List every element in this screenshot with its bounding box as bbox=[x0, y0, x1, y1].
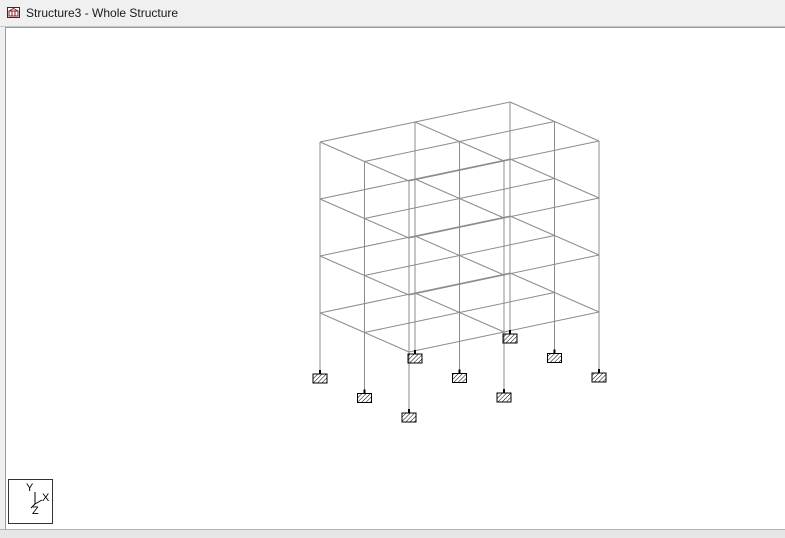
beam-member[interactable] bbox=[414, 158, 511, 180]
beam-member[interactable] bbox=[319, 312, 365, 333]
beam-member[interactable] bbox=[319, 292, 416, 314]
axis-x-label: X bbox=[42, 492, 50, 504]
beam-member[interactable] bbox=[414, 101, 511, 123]
beam-member[interactable] bbox=[459, 292, 555, 313]
fixed-support-icon[interactable] bbox=[401, 409, 417, 423]
beam-member[interactable] bbox=[408, 160, 505, 182]
beam-member[interactable] bbox=[408, 217, 505, 239]
beam-member[interactable] bbox=[364, 218, 410, 239]
beam-member[interactable] bbox=[364, 255, 460, 276]
axis-y-label: Y bbox=[26, 482, 34, 494]
application-window: Structure3 - Whole Structure Y X Z bbox=[0, 0, 785, 538]
beam-member[interactable] bbox=[503, 254, 600, 276]
beam-member[interactable] bbox=[503, 140, 600, 162]
beam-member[interactable] bbox=[364, 275, 410, 296]
beam-member[interactable] bbox=[414, 272, 511, 294]
beam-member[interactable] bbox=[509, 158, 555, 179]
beam-member[interactable] bbox=[459, 198, 505, 219]
support-base bbox=[312, 373, 328, 384]
beam-member[interactable] bbox=[414, 235, 460, 256]
beam-member[interactable] bbox=[319, 141, 365, 162]
status-bar bbox=[0, 529, 785, 538]
fixed-support-icon[interactable] bbox=[357, 389, 372, 403]
beam-member[interactable] bbox=[503, 311, 600, 333]
beam-member[interactable] bbox=[319, 255, 365, 276]
beam-member[interactable] bbox=[509, 272, 555, 293]
beam-member[interactable] bbox=[364, 312, 460, 333]
structure-wireframe[interactable] bbox=[0, 0, 785, 538]
beam-member[interactable] bbox=[319, 178, 416, 200]
support-base bbox=[407, 353, 423, 364]
beam-member[interactable] bbox=[414, 178, 460, 199]
beam-member[interactable] bbox=[509, 215, 555, 236]
fixed-support-icon[interactable] bbox=[312, 370, 328, 384]
beam-member[interactable] bbox=[459, 141, 505, 162]
beam-member[interactable] bbox=[319, 121, 416, 143]
axis-z-label: Z bbox=[32, 505, 39, 517]
support-base bbox=[496, 392, 512, 403]
beam-member[interactable] bbox=[554, 292, 600, 313]
support-base bbox=[547, 353, 562, 363]
support-base bbox=[591, 372, 607, 383]
axis-triad: Y X Z bbox=[8, 479, 53, 524]
fixed-support-icon[interactable] bbox=[496, 389, 512, 403]
beam-member[interactable] bbox=[364, 141, 460, 162]
support-base bbox=[401, 412, 417, 423]
beam-member[interactable] bbox=[459, 255, 505, 276]
beam-member[interactable] bbox=[408, 274, 505, 296]
beam-member[interactable] bbox=[554, 235, 600, 256]
beam-member[interactable] bbox=[459, 121, 555, 142]
support-base bbox=[357, 393, 372, 403]
beam-member[interactable] bbox=[364, 332, 410, 353]
beam-member[interactable] bbox=[509, 101, 555, 122]
beam-member[interactable] bbox=[503, 197, 600, 219]
support-base bbox=[452, 373, 467, 383]
beam-member[interactable] bbox=[408, 331, 505, 353]
support-base bbox=[502, 333, 518, 344]
beam-member[interactable] bbox=[459, 312, 505, 333]
beam-member[interactable] bbox=[414, 292, 460, 313]
beam-member[interactable] bbox=[364, 161, 410, 182]
beam-member[interactable] bbox=[414, 215, 511, 237]
beam-member[interactable] bbox=[459, 178, 555, 199]
fixed-support-icon[interactable] bbox=[547, 349, 562, 363]
beam-member[interactable] bbox=[414, 121, 460, 142]
beam-member[interactable] bbox=[554, 121, 600, 142]
beam-member[interactable] bbox=[319, 198, 365, 219]
beam-member[interactable] bbox=[319, 235, 416, 257]
fixed-support-icon[interactable] bbox=[452, 369, 467, 383]
beam-member[interactable] bbox=[554, 178, 600, 199]
beam-member[interactable] bbox=[364, 198, 460, 219]
beam-member[interactable] bbox=[459, 235, 555, 256]
fixed-support-icon[interactable] bbox=[591, 369, 607, 383]
